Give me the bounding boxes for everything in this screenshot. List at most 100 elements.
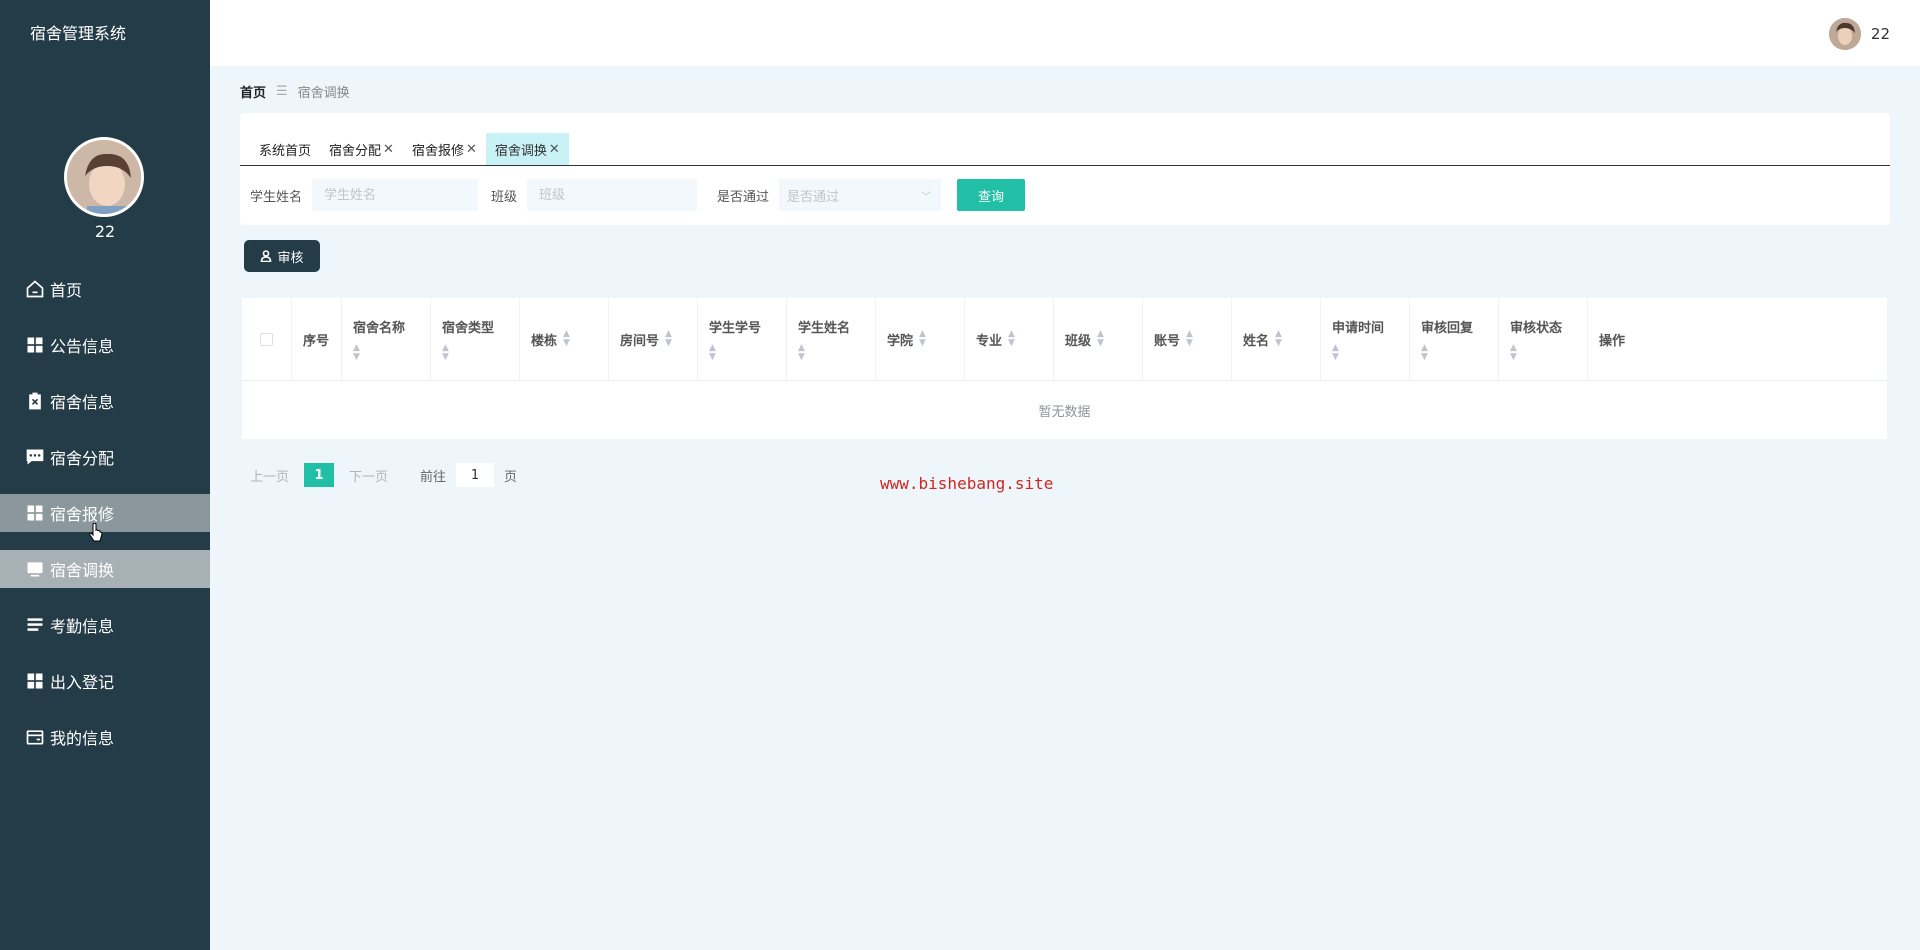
close-icon[interactable]: ✕ bbox=[466, 142, 477, 157]
column-header-label: 账号 bbox=[1154, 333, 1181, 349]
sidebar-item-home[interactable]: 首页 bbox=[0, 270, 210, 308]
sort-icon[interactable]: ▲ ▼ bbox=[919, 330, 926, 348]
table-header: 序号 宿舍名称 ▲ ▼ 宿舍类型 ▲ ▼ 楼栋 ▲ ▼ 房间号 ▲ ▼ 学生学号 ▲ ▼ … bbox=[242, 298, 1887, 381]
goto-page-input[interactable] bbox=[456, 463, 495, 487]
home-icon bbox=[24, 278, 46, 300]
passed-select[interactable]: 是否通过 ﹀ bbox=[779, 179, 942, 211]
watermark: www.bishebang.site bbox=[880, 474, 1054, 493]
sort-icon[interactable]: ▲ ▼ bbox=[1186, 330, 1193, 348]
review-button-label: 审核 bbox=[277, 250, 304, 266]
column-header-label: 班级 bbox=[1065, 333, 1092, 349]
close-icon[interactable]: ✕ bbox=[549, 142, 560, 157]
topbar-username: 22 bbox=[1870, 25, 1890, 43]
sort-icon[interactable]: ▲ ▼ bbox=[709, 343, 775, 362]
sort-icon[interactable]: ▲ ▼ bbox=[798, 343, 864, 362]
close-icon[interactable]: ✕ bbox=[383, 142, 394, 157]
column-header[interactable]: 学生学号 ▲ ▼ bbox=[698, 298, 787, 380]
chevron-down-icon: ﹀ bbox=[921, 191, 932, 203]
sidebar-item-label: 宿舍调换 bbox=[50, 561, 115, 580]
tab-bar: 系统首页 宿舍分配 ✕ 宿舍报修 ✕ 宿舍调换 ✕ bbox=[250, 133, 569, 165]
data-table: 序号 宿舍名称 ▲ ▼ 宿舍类型 ▲ ▼ 楼栋 ▲ ▼ 房间号 ▲ ▼ 学生学号 ▲ ▼ … bbox=[242, 298, 1887, 439]
column-header[interactable]: 宿舍名称 ▲ ▼ bbox=[342, 298, 431, 380]
column-header[interactable]: 学院 ▲ ▼ bbox=[876, 298, 965, 380]
column-header-label: 学院 bbox=[887, 333, 914, 349]
tab-dorm-repair[interactable]: 宿舍报修 ✕ bbox=[403, 133, 486, 165]
mouse-cursor-icon bbox=[89, 523, 103, 542]
search-button[interactable]: 查询 bbox=[957, 179, 1026, 211]
sort-icon[interactable]: ▲ ▼ bbox=[563, 330, 570, 348]
select-all-checkbox[interactable] bbox=[260, 332, 273, 346]
column-header[interactable]: 审核回复 ▲ ▼ bbox=[1410, 298, 1499, 380]
sidebar-item-my-info[interactable]: 我的信息 bbox=[0, 718, 210, 756]
column-header-label: 宿舍名称 bbox=[353, 320, 406, 336]
column-header-label: 申请时间 bbox=[1332, 320, 1385, 336]
sidebar-item-label: 宿舍报修 bbox=[50, 505, 115, 524]
tab-system-home[interactable]: 系统首页 bbox=[250, 133, 320, 165]
column-header[interactable]: 学生姓名 ▲ ▼ bbox=[787, 298, 876, 380]
sort-icon[interactable]: ▲ ▼ bbox=[353, 343, 419, 362]
breadcrumb-separator: ☰ bbox=[276, 84, 288, 99]
tab-dorm-assign[interactable]: 宿舍分配 ✕ bbox=[320, 133, 403, 165]
sidebar-item-dorm-info[interactable]: 宿舍信息 bbox=[0, 382, 210, 420]
sort-icon[interactable]: ▲ ▼ bbox=[442, 343, 508, 362]
sidebar-username: 22 bbox=[94, 222, 116, 241]
sort-icon[interactable]: ▲ ▼ bbox=[665, 330, 672, 348]
tab-label: 系统首页 bbox=[259, 143, 312, 159]
column-header[interactable]: 姓名 ▲ ▼ bbox=[1232, 298, 1321, 380]
select-all-cell bbox=[242, 298, 292, 380]
tab-label: 宿舍调换 bbox=[494, 143, 547, 159]
column-header[interactable]: 班级 ▲ ▼ bbox=[1054, 298, 1143, 380]
student-name-label: 学生姓名 bbox=[250, 189, 303, 205]
grid-icon bbox=[24, 670, 46, 692]
sidebar-item-dorm-swap[interactable]: 宿舍调换 bbox=[0, 550, 210, 588]
column-header-label: 学生姓名 bbox=[798, 320, 851, 336]
app-title: 宿舍管理系统 bbox=[30, 24, 127, 43]
pagination: 上一页 1 下一页 前往 页 bbox=[250, 463, 517, 487]
user-icon bbox=[261, 250, 272, 262]
column-header: 操作 bbox=[1588, 298, 1887, 380]
sort-icon[interactable]: ▲ ▼ bbox=[1097, 330, 1104, 348]
table-empty-text: 暂无数据 bbox=[1038, 404, 1091, 420]
student-name-input[interactable] bbox=[312, 179, 479, 211]
topbar: 22 bbox=[210, 0, 1920, 66]
sidebar-item-label: 我的信息 bbox=[50, 729, 115, 748]
sort-icon[interactable]: ▲ ▼ bbox=[1332, 343, 1398, 362]
prev-page-button[interactable]: 上一页 bbox=[250, 466, 289, 485]
tab-dorm-swap[interactable]: 宿舍调换 ✕ bbox=[485, 133, 569, 165]
sidebar-item-dorm-assign[interactable]: 宿舍分配 bbox=[0, 438, 210, 476]
sort-icon[interactable]: ▲ ▼ bbox=[1421, 343, 1487, 362]
sidebar-item-dorm-repair[interactable]: 宿舍报修 bbox=[0, 494, 210, 532]
wallet-icon bbox=[24, 726, 46, 748]
review-button[interactable]: 审核 bbox=[244, 240, 320, 272]
column-header[interactable]: 专业 ▲ ▼ bbox=[965, 298, 1054, 380]
chat-icon bbox=[24, 446, 46, 468]
sidebar-item-notices[interactable]: 公告信息 bbox=[0, 326, 210, 364]
page-number-current[interactable]: 1 bbox=[304, 463, 335, 487]
sidebar-item-label: 宿舍分配 bbox=[50, 449, 115, 468]
column-header[interactable]: 申请时间 ▲ ▼ bbox=[1321, 298, 1410, 380]
column-header-label: 序号 bbox=[303, 333, 330, 349]
sidebar-item-attendance[interactable]: 考勤信息 bbox=[0, 606, 210, 644]
column-header[interactable]: 审核状态 ▲ ▼ bbox=[1499, 298, 1588, 380]
passed-label: 是否通过 bbox=[717, 189, 770, 205]
user-menu[interactable]: 22 bbox=[1828, 18, 1890, 50]
column-header[interactable]: 楼栋 ▲ ▼ bbox=[520, 298, 609, 380]
search-card: 系统首页 宿舍分配 ✕ 宿舍报修 ✕ 宿舍调换 ✕ 学生姓名 班级 是否通过 是… bbox=[240, 113, 1890, 225]
sort-icon[interactable]: ▲ ▼ bbox=[1275, 330, 1282, 348]
sidebar-item-label: 首页 bbox=[50, 281, 83, 300]
sort-icon[interactable]: ▲ ▼ bbox=[1008, 330, 1015, 348]
column-header[interactable]: 房间号 ▲ ▼ bbox=[609, 298, 698, 380]
column-header[interactable]: 账号 ▲ ▼ bbox=[1143, 298, 1232, 380]
list-icon bbox=[24, 614, 46, 636]
sidebar-item-access-log[interactable]: 出入登记 bbox=[0, 662, 210, 700]
column-header-label: 审核状态 bbox=[1510, 320, 1563, 336]
class-input[interactable] bbox=[527, 179, 698, 211]
grid-icon bbox=[24, 334, 46, 356]
column-header: 序号 bbox=[292, 298, 342, 380]
sidebar-item-label: 公告信息 bbox=[50, 337, 115, 356]
column-header[interactable]: 宿舍类型 ▲ ▼ bbox=[431, 298, 520, 380]
sort-icon[interactable]: ▲ ▼ bbox=[1510, 343, 1576, 362]
next-page-button[interactable]: 下一页 bbox=[349, 466, 388, 485]
column-header-label: 专业 bbox=[976, 333, 1003, 349]
breadcrumb-home[interactable]: 首页 bbox=[240, 82, 266, 101]
